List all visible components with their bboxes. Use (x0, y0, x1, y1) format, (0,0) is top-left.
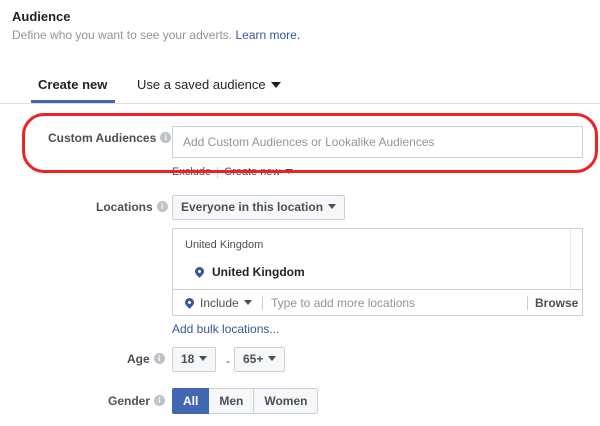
divider (527, 296, 528, 310)
location-scrollbar[interactable] (570, 229, 582, 289)
divider (262, 296, 263, 310)
exclude-link[interactable]: Exclude (172, 166, 211, 178)
tab-saved-audience-label: Use a saved audience (137, 77, 266, 92)
age-range-separator: - (226, 354, 230, 368)
info-icon[interactable]: i (156, 201, 168, 213)
caret-down-icon (328, 204, 337, 210)
divider (217, 166, 219, 178)
active-tab-indicator (31, 100, 115, 103)
info-icon[interactable]: i (160, 132, 172, 144)
tab-create-new[interactable]: Create new (38, 77, 107, 92)
age-min-value: 18 (181, 352, 195, 366)
subtitle-text: Define who you want to see your adverts. (12, 28, 233, 42)
caret-down-icon (268, 356, 277, 362)
info-icon[interactable]: i (154, 395, 166, 407)
age-min-dropdown[interactable]: 18 (172, 347, 217, 372)
gender-men-button[interactable]: Men (208, 388, 255, 414)
age-label-text: Age (127, 352, 150, 366)
location-search-input[interactable] (271, 294, 521, 312)
custom-audiences-label: Custom Audiences i (48, 131, 172, 145)
custom-audiences-label-text: Custom Audiences (48, 131, 157, 145)
tab-saved-audience[interactable]: Use a saved audience (137, 77, 281, 92)
locations-label: Locations i (96, 200, 168, 214)
caret-down-icon (285, 168, 294, 174)
include-dropdown-value: Include (200, 296, 239, 310)
gender-all-button[interactable]: All (172, 388, 210, 414)
audience-tabs: Create new Use a saved audience (0, 70, 600, 104)
include-dropdown[interactable]: Include (183, 296, 252, 310)
caret-down-icon (199, 356, 208, 362)
section-header: Audience Define who you want to see your… (12, 9, 300, 42)
location-add-row: Include Browse (173, 289, 582, 316)
location-region-heading: United Kingdom (185, 239, 264, 251)
audience-panel: Audience Define who you want to see your… (0, 0, 600, 426)
custom-audiences-actions: Exclude Create new (172, 166, 294, 178)
custom-audiences-input[interactable] (172, 126, 583, 158)
locations-label-text: Locations (96, 200, 153, 214)
age-max-dropdown[interactable]: 65+ (234, 347, 286, 372)
location-box: United Kingdom United Kingdom Include Br… (172, 228, 583, 316)
gender-label: Gender i (108, 394, 166, 408)
info-icon[interactable]: i (153, 353, 165, 365)
browse-button[interactable]: Browse (535, 296, 578, 310)
selected-location-text: United Kingdom (212, 265, 305, 279)
create-new-link[interactable]: Create new (224, 166, 280, 178)
location-mode-dropdown[interactable]: Everyone in this location (172, 195, 346, 220)
gender-selector: All Men Women (172, 388, 319, 414)
gender-label-text: Gender (108, 394, 151, 408)
selected-location[interactable]: United Kingdom (193, 265, 305, 279)
age-max-value: 65+ (243, 352, 264, 366)
location-pin-icon (193, 265, 206, 278)
gender-women-button[interactable]: Women (253, 388, 319, 414)
add-bulk-locations-link[interactable]: Add bulk locations... (172, 322, 279, 336)
section-title: Audience (12, 9, 71, 24)
learn-more-link[interactable]: Learn more. (235, 28, 300, 42)
location-mode-value: Everyone in this location (181, 200, 324, 214)
caret-down-icon (270, 81, 281, 88)
section-subtitle: Define who you want to see your adverts.… (12, 28, 300, 42)
age-label: Age i (127, 352, 165, 366)
caret-down-icon (243, 300, 252, 306)
location-pin-icon (183, 296, 196, 309)
